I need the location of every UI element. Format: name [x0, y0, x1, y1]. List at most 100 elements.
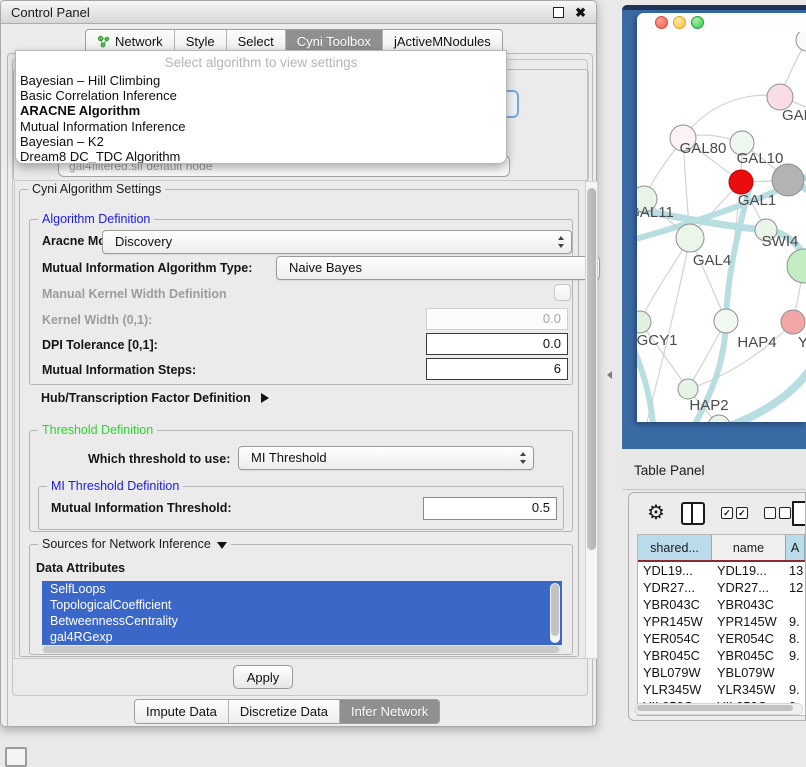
apply-button[interactable]: Apply	[233, 665, 293, 689]
tab-impute-data[interactable]: Impute Data	[135, 700, 228, 723]
tab-label: Discretize Data	[240, 704, 328, 719]
table-row[interactable]: YPR145WYPR145W9.	[638, 613, 805, 630]
minimize-traffic-light-icon[interactable]	[673, 16, 686, 29]
spinner-down-icon	[558, 244, 564, 248]
algorithm-dropdown-popup: Select algorithm to view settings Bayesi…	[15, 50, 507, 164]
table-cell: YER054C	[638, 630, 712, 647]
tab-discretize-data[interactable]: Discretize Data	[228, 700, 339, 723]
dropdown-item-aracne-algorithm[interactable]: ARACNE Algorithm	[16, 103, 506, 118]
mi-type-combobox[interactable]: Naive Bayes	[276, 256, 600, 280]
table-cell: YDR27...	[712, 579, 786, 596]
window-title: Control Panel	[11, 5, 90, 20]
which-threshold-combobox[interactable]: MI Threshold	[238, 446, 534, 470]
network-node-unlabeled[interactable]	[787, 249, 806, 283]
table-cell: 9.	[786, 613, 805, 630]
dropdown-item-bayesian-hill-climbing[interactable]: Bayesian – Hill Climbing	[16, 73, 506, 88]
network-node-gal4[interactable]	[676, 224, 704, 252]
network-node-gcy1[interactable]	[637, 311, 651, 333]
settings-vertical-scrollbar[interactable]	[585, 181, 598, 659]
network-node-gal1[interactable]	[729, 170, 753, 194]
close-traffic-light-icon[interactable]	[655, 16, 668, 29]
dropdown-item-list: Bayesian – Hill ClimbingBasic Correlatio…	[16, 73, 506, 164]
data-attributes-list[interactable]: SelfLoopsTopologicalCoefficientBetweenne…	[42, 581, 562, 645]
splitter-collapse-arrow-icon[interactable]	[607, 371, 612, 379]
network-node-label: GAL80	[680, 140, 727, 157]
control-panel-titlebar: Control Panel ✖	[1, 1, 596, 24]
table-row[interactable]: YBL079WYBL079W	[638, 664, 805, 681]
network-view-window: GALGAL80GAL10GAL1GAL11SWI4GAL4GCY1HAP4YH…	[637, 13, 806, 422]
mi-type-label: Mutual Information Algorithm Type:	[42, 261, 252, 275]
mi-threshold-group: MI Threshold Definition Mutual Informati…	[38, 486, 564, 530]
collapse-arrow-icon[interactable]	[217, 542, 227, 549]
table-panel-title: Table Panel	[634, 463, 705, 478]
table-cell: YDL19...	[638, 562, 712, 579]
attribute-item-gal4rgexp[interactable]: gal4RGexp	[42, 629, 562, 645]
table-row[interactable]: YBR045CYBR045C9.	[638, 647, 805, 664]
split-columns-icon[interactable]	[681, 502, 705, 525]
dropdown-item-bayesian-k2[interactable]: Bayesian – K2	[16, 134, 506, 149]
deselect-all-icon[interactable]	[764, 507, 791, 519]
which-threshold-label: Which threshold to use:	[88, 452, 230, 466]
network-node-unlabeled[interactable]	[772, 164, 804, 196]
tab-infer-network[interactable]: Infer Network	[339, 700, 439, 723]
network-node-hap4[interactable]	[714, 309, 738, 333]
file-icon[interactable]	[792, 501, 806, 526]
table-row[interactable]: YLR345WYLR345W9.	[638, 681, 805, 698]
network-node-hap2[interactable]	[678, 379, 698, 399]
table-cell	[786, 664, 805, 681]
unchecked-box-icon	[779, 507, 791, 519]
dpi-tolerance-field[interactable]: 0.0	[426, 333, 568, 355]
dropdown-item-mutual-information-inference[interactable]: Mutual Information Inference	[16, 119, 506, 134]
table-row[interactable]: YBR043CYBR043C	[638, 596, 805, 613]
close-icon[interactable]: ✖	[575, 6, 586, 19]
table-cell: YPR145W	[712, 613, 786, 630]
hub-definition-label: Hub/Transcription Factor Definition	[41, 391, 251, 405]
group-title: Sources for Network Inference	[38, 537, 231, 551]
zoom-traffic-light-icon[interactable]	[691, 16, 704, 29]
kernel-width-field[interactable]: 0.0	[426, 308, 568, 330]
table-cell	[786, 596, 805, 613]
table-cell: 9.	[786, 681, 805, 698]
attribute-item-topologicalcoefficient[interactable]: TopologicalCoefficient	[42, 597, 562, 613]
list-vertical-scrollbar[interactable]	[550, 583, 560, 643]
network-node-y[interactable]	[781, 310, 805, 334]
network-canvas[interactable]: GALGAL80GAL10GAL1GAL11SWI4GAL4GCY1HAP4YH…	[637, 32, 806, 422]
network-node-label: GAL4	[693, 252, 731, 269]
column-header-shared[interactable]: shared...	[638, 535, 712, 560]
minimized-panel-icon[interactable]	[5, 747, 27, 767]
table-row[interactable]: YDL19...YDL19...13	[638, 562, 805, 579]
network-node-label: GAL1	[738, 192, 776, 209]
network-node-unlabeled[interactable]	[796, 32, 806, 51]
attribute-item-betweennesscentrality[interactable]: BetweennessCentrality	[42, 613, 562, 629]
table-cell: 12	[786, 579, 805, 596]
list-horizontal-scrollbar[interactable]	[42, 645, 562, 654]
table-cell: YLR345W	[712, 681, 786, 698]
float-panel-icon[interactable]	[553, 7, 564, 18]
table-cell: YBL079W	[638, 664, 712, 681]
data-attributes-label: Data Attributes	[36, 561, 125, 575]
group-title: Cyni Algorithm Settings	[28, 182, 165, 196]
mi-steps-field[interactable]: 6	[426, 358, 568, 380]
table-cell: YBR045C	[638, 647, 712, 664]
aracne-mode-combobox[interactable]: Discovery	[102, 230, 572, 254]
hub-definition-expander[interactable]: Hub/Transcription Factor Definition	[41, 391, 269, 405]
network-glyph-icon	[97, 35, 110, 48]
kernel-width-label: Kernel Width (0,1):	[42, 313, 152, 327]
select-all-icon[interactable]: ✓ ✓	[721, 507, 748, 519]
network-node-label: GAL	[782, 107, 806, 124]
group-title: MI Threshold Definition	[47, 479, 183, 493]
gear-icon[interactable]: ⚙	[647, 503, 665, 523]
combo-value: MI Threshold	[251, 450, 327, 465]
manual-kernel-checkbox[interactable]	[554, 284, 571, 301]
table-cell: YDL19...	[712, 562, 786, 579]
dropdown-item-basic-correlation-inference[interactable]: Basic Correlation Inference	[16, 88, 506, 103]
mi-threshold-field[interactable]: 0.5	[423, 497, 557, 520]
dropdown-item-dream8-dc-tdc-algorithm[interactable]: Dream8 DC_TDC Algorithm	[16, 149, 506, 164]
mi-steps-label: Mutual Information Steps:	[42, 363, 196, 377]
column-header-name[interactable]: name	[712, 535, 786, 560]
table-row[interactable]: YDR27...YDR27...12	[638, 579, 805, 596]
attribute-item-selfloops[interactable]: SelfLoops	[42, 581, 562, 597]
table-row[interactable]: YER054CYER054C8.	[638, 630, 805, 647]
table-horizontal-scrollbar[interactable]	[635, 703, 803, 715]
column-header-a[interactable]: A	[786, 535, 805, 560]
